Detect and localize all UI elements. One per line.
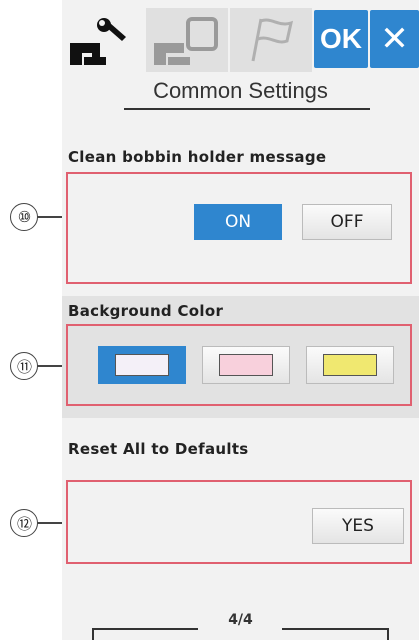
color-swatch	[219, 354, 273, 376]
wrench-sewing-machine-icon	[70, 18, 126, 65]
page-title: Common Settings	[153, 78, 328, 103]
tab-bar: OK ✕	[62, 0, 419, 76]
bobbin-off-button[interactable]: OFF	[302, 204, 392, 240]
page-indicator: 4/4	[228, 612, 253, 628]
bobbin-message-label: Clean bobbin holder message	[68, 148, 327, 166]
callout-11-line	[37, 365, 65, 367]
callout-12-line	[37, 522, 65, 524]
background-color-option[interactable]	[306, 346, 394, 384]
callout-10-line	[37, 216, 65, 218]
tab-embroidery[interactable]	[146, 8, 228, 72]
background-color-option[interactable]	[98, 346, 186, 384]
page-bracket-tick-left	[92, 628, 94, 640]
color-swatch	[115, 354, 169, 376]
background-callout-box	[66, 324, 412, 406]
page-bracket-tick-right	[387, 628, 389, 640]
settings-panel: OK ✕ Common Settings Clean bobbin holder…	[62, 0, 419, 640]
embroidery-hoop-icon	[154, 17, 218, 65]
title-underline	[124, 108, 370, 110]
tab-settings[interactable]	[62, 8, 144, 72]
callout-10: ⑩	[10, 203, 38, 231]
bobbin-callout-box: ON OFF	[66, 172, 412, 284]
tab-language[interactable]	[230, 8, 312, 72]
color-swatch	[323, 354, 377, 376]
close-button[interactable]: ✕	[370, 10, 419, 68]
close-icon: ✕	[380, 20, 409, 58]
reset-yes-button[interactable]: YES	[312, 508, 404, 544]
reset-callout-box: YES	[66, 480, 412, 564]
background-color-option[interactable]	[202, 346, 290, 384]
callout-12: ⑫	[10, 509, 38, 537]
background-color-label: Background Color	[68, 302, 224, 320]
reset-defaults-label: Reset All to Defaults	[68, 440, 249, 458]
page-bracket-right	[282, 628, 388, 630]
callout-11: ⑪	[10, 352, 38, 380]
ok-button[interactable]: OK	[314, 10, 368, 68]
flag-icon	[251, 18, 294, 62]
bobbin-on-button[interactable]: ON	[194, 204, 282, 240]
page-bracket-left	[92, 628, 198, 630]
